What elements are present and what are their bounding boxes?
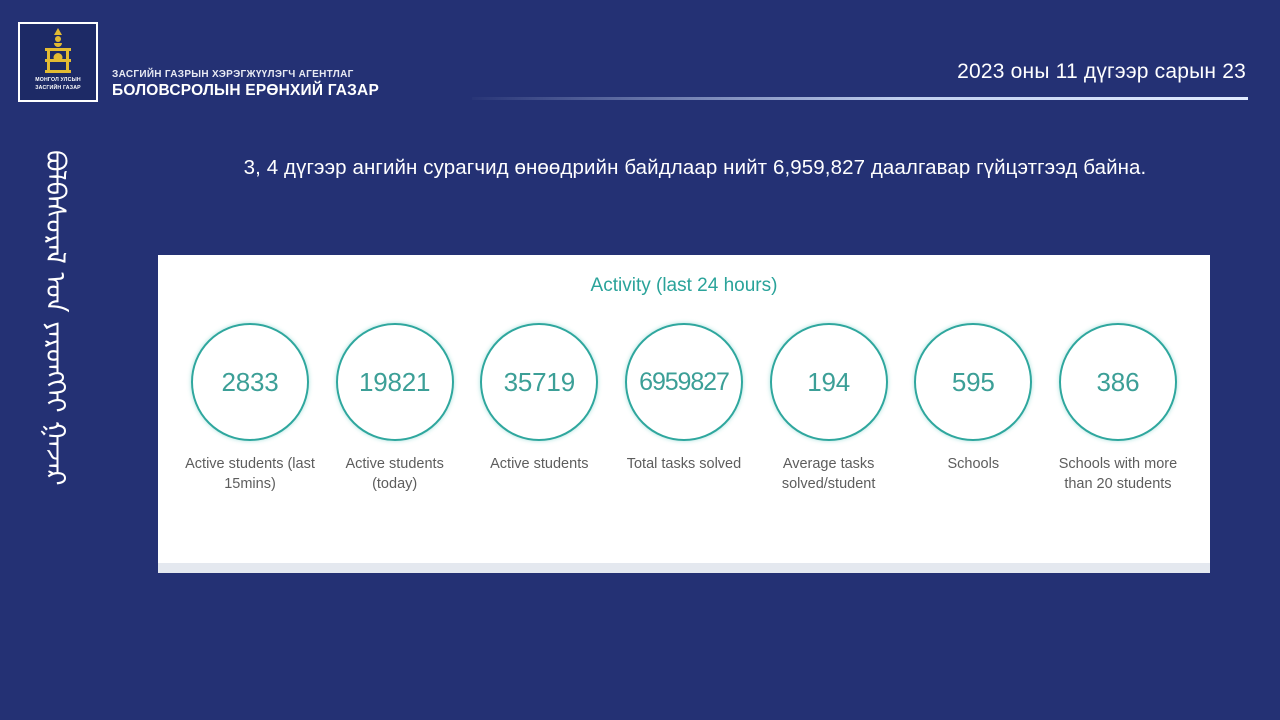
stat-label: Schools (947, 456, 1000, 472)
stat-item: 194 Average tasks solved/student (761, 323, 897, 494)
mongolia-state-emblem-icon: МОНГОЛ УЛСЫН ЗАСГИЙН ГАЗАР (18, 22, 98, 102)
stat-item: 6959827 Total tasks solved (616, 323, 752, 474)
stat-circle: 2833 (191, 323, 309, 441)
slide-header: МОНГОЛ УЛСЫН ЗАСГИЙН ГАЗАР ЗАСГИЙН ГАЗРЫ… (0, 0, 1280, 120)
activity-panel-title: Activity (last 24 hours) (590, 275, 778, 296)
vertical-mongolian-script: ᠪᠣᠯᠪᠠᠰᠤᠷᠠᠯ ᠤᠨ ᠶᠡᠷᠦᠩᠬᠡᠢ ᠭᠠᠵᠠᠷ (39, 150, 71, 486)
stat-item: 595 Schools (905, 323, 1041, 474)
page-title: 3, 4 дүгээр ангийн сурагчид өнөөдрийн ба… (243, 156, 1147, 179)
stat-value: 386 (1096, 366, 1140, 397)
stat-item: 386 Schools with more than 20 students (1050, 323, 1186, 494)
stat-value: 2833 (221, 366, 279, 397)
stat-circle: 386 (1058, 323, 1177, 441)
header-divider (472, 97, 1248, 100)
stat-label: Total tasks solved (626, 456, 742, 472)
stat-label: Schools with more than 20 students (1058, 456, 1178, 492)
header-date: 2023 оны 11 дүгээр сарын 23 (957, 60, 1246, 83)
stat-label: Average tasks solved/student (781, 456, 876, 492)
stat-circle: 194 (769, 323, 888, 441)
emblem-caption-line2: ЗАСГИЙН ГАЗАР (35, 84, 81, 91)
stat-circle: 6959827 (624, 323, 743, 441)
stats-row: 2833 Active students (last 15mins) 19821 Ac… (182, 323, 1186, 494)
stat-value: 35719 (503, 366, 576, 397)
stat-value: 19821 (359, 366, 431, 397)
stat-value: 194 (807, 366, 851, 397)
organization-logo: МОНГОЛ УЛСЫН ЗАСГИЙН ГАЗАР ЗАСГИЙН ГАЗРЫ… (18, 22, 379, 102)
stat-item: 35719 Active students (471, 323, 607, 474)
organization-name-line1: ЗАСГИЙН ГАЗРЫН ХЭРЭГЖҮҮЛЭГЧ АГЕНТЛАГ (112, 68, 354, 80)
soyombo-symbol-icon (45, 28, 71, 74)
stat-value: 6959827 (639, 367, 730, 396)
stat-circle: 35719 (480, 323, 599, 441)
stat-value: 595 (951, 366, 995, 397)
stat-circle: 595 (914, 323, 1033, 441)
slide-root: МОНГОЛ УЛСЫН ЗАСГИЙН ГАЗАР ЗАСГИЙН ГАЗРЫ… (0, 0, 1280, 720)
organization-name-line2: БОЛОВСРОЛЫН ЕРӨНХИЙ ГАЗАР (112, 81, 379, 99)
stat-circle: 19821 (335, 323, 454, 441)
activity-panel: Activity (last 24 hours) 2833 Active stud… (158, 255, 1210, 573)
emblem-caption: МОНГОЛ УЛСЫН ЗАСГИЙН ГАЗАР (35, 77, 81, 93)
stat-label: Active students (last 15mins) (185, 456, 315, 492)
stat-label: Active students (490, 456, 589, 472)
emblem-caption-line1: МОНГОЛ УЛСЫН (35, 77, 81, 83)
organization-name: ЗАСГИЙН ГАЗРЫН ХЭРЭГЖҮҮЛЭГЧ АГЕНТЛАГ БОЛ… (112, 69, 379, 102)
stat-item: 2833 Active students (last 15mins) (182, 323, 318, 494)
activity-panel-surface: Activity (last 24 hours) 2833 Active stud… (158, 255, 1210, 573)
stat-item: 19821 Active students (today) (327, 323, 463, 494)
stat-label: Active students (today) (345, 456, 444, 492)
